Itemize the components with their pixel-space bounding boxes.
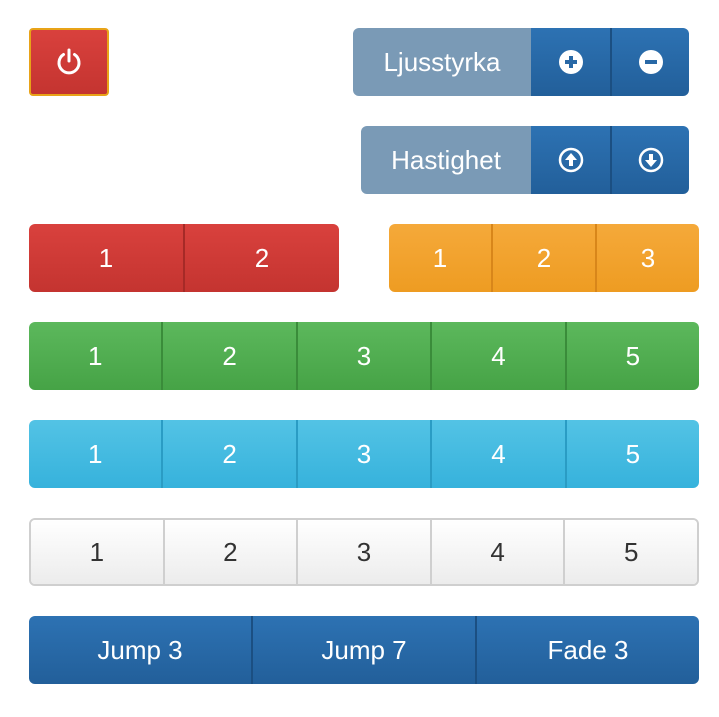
orange-button-2[interactable]: 2 bbox=[491, 224, 595, 292]
cyan-button-3[interactable]: 3 bbox=[295, 420, 431, 488]
white-button-4[interactable]: 4 bbox=[429, 520, 564, 584]
plus-circle-icon bbox=[558, 50, 583, 74]
orange-button-1[interactable]: 1 bbox=[389, 224, 491, 292]
orange-button-3[interactable]: 3 bbox=[595, 224, 699, 292]
white-button-5[interactable]: 5 bbox=[563, 520, 697, 584]
speed-control: Hastighet bbox=[361, 126, 689, 194]
red-button-1[interactable]: 1 bbox=[29, 224, 183, 292]
speed-down-button[interactable] bbox=[610, 126, 689, 194]
brightness-increase-button[interactable] bbox=[531, 28, 610, 96]
cyan-button-2[interactable]: 2 bbox=[161, 420, 296, 488]
effect-jump-3-button[interactable]: Jump 3 bbox=[29, 616, 251, 684]
green-button-1[interactable]: 1 bbox=[29, 322, 162, 390]
effect-jump-7-button[interactable]: Jump 7 bbox=[251, 616, 475, 684]
white-button-group: 1 2 3 4 5 bbox=[29, 518, 699, 586]
brightness-decrease-button[interactable] bbox=[610, 28, 689, 96]
green-button-3[interactable]: 3 bbox=[295, 322, 431, 390]
effects-button-group: Jump 3 Jump 7 Fade 3 bbox=[29, 616, 699, 684]
power-button[interactable] bbox=[29, 28, 109, 96]
speed-label: Hastighet bbox=[361, 126, 531, 194]
green-button-group: 1 2 3 4 5 bbox=[29, 322, 699, 390]
cyan-button-1[interactable]: 1 bbox=[29, 420, 162, 488]
white-button-3[interactable]: 3 bbox=[296, 520, 430, 584]
arrow-down-circle-icon bbox=[638, 147, 663, 173]
minus-circle-icon bbox=[638, 50, 663, 74]
green-button-5[interactable]: 5 bbox=[564, 322, 699, 390]
brightness-label: Ljusstyrka bbox=[353, 28, 531, 96]
cyan-button-5[interactable]: 5 bbox=[564, 420, 699, 488]
orange-button-group: 1 2 3 bbox=[389, 224, 699, 292]
white-button-2[interactable]: 2 bbox=[162, 520, 297, 584]
green-button-2[interactable]: 2 bbox=[161, 322, 296, 390]
arrow-up-circle-icon bbox=[558, 147, 583, 173]
cyan-button-group: 1 2 3 4 5 bbox=[29, 420, 699, 488]
red-button-group: 1 2 bbox=[29, 224, 339, 292]
power-icon bbox=[57, 48, 81, 75]
effect-fade-3-button[interactable]: Fade 3 bbox=[475, 616, 699, 684]
speed-up-button[interactable] bbox=[531, 126, 610, 194]
cyan-button-4[interactable]: 4 bbox=[430, 420, 565, 488]
red-button-2[interactable]: 2 bbox=[183, 224, 339, 292]
green-button-4[interactable]: 4 bbox=[430, 322, 565, 390]
brightness-control: Ljusstyrka bbox=[353, 28, 689, 96]
white-button-1[interactable]: 1 bbox=[31, 520, 163, 584]
